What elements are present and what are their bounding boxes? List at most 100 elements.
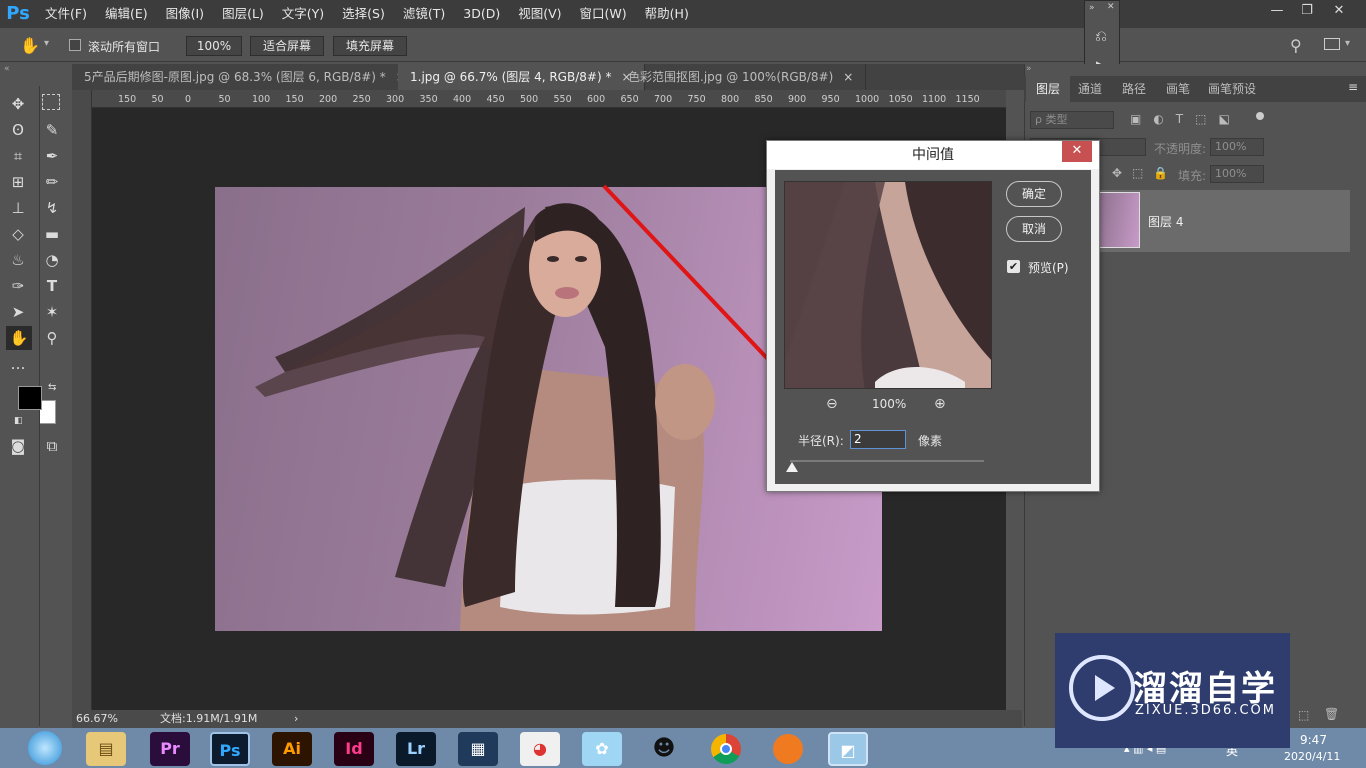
clock-date[interactable]: 2020/4/11 [1284, 750, 1340, 763]
chrome-icon[interactable] [706, 732, 746, 766]
menu-item-4[interactable]: 文字(Y) [273, 0, 333, 28]
clock-time[interactable]: 9:47 [1300, 733, 1327, 747]
app-umbrella-icon[interactable]: ◕ [520, 732, 560, 766]
preview-checkbox[interactable]: ✔ [1007, 260, 1020, 273]
more-tools-icon[interactable]: … [8, 354, 28, 374]
history-icon[interactable]: ⎌ [1095, 27, 1107, 45]
search-icon[interactable]: ⚲ [1290, 36, 1302, 55]
filter-toggle-icon[interactable] [1256, 112, 1264, 120]
notepad-icon[interactable]: ◩ [828, 732, 868, 766]
path-select-tool-icon[interactable]: ➤ [8, 302, 28, 322]
layer-filter-select[interactable]: ρ 类型 [1030, 111, 1114, 129]
blur-tool-icon[interactable]: ♨ [8, 250, 28, 270]
pen-tool-icon[interactable]: ✑ [8, 276, 28, 296]
lasso-tool-icon[interactable]: ʘ [8, 120, 28, 140]
fill-field[interactable]: 100% [1210, 165, 1264, 183]
fill-screen-button[interactable]: 填充屏幕 [333, 36, 407, 56]
panel-close-icon[interactable]: ✕ [1107, 2, 1115, 12]
quick-select-tool-icon[interactable]: ✎ [42, 120, 62, 140]
layer-thumbnail[interactable] [1096, 192, 1140, 248]
tab-document-3[interactable]: 色彩范围抠图.jpg @ 100%(RGB/8#) × [616, 64, 867, 90]
panel-collapse-icon[interactable]: » [1026, 64, 1032, 74]
radius-input[interactable]: 2 [850, 430, 906, 449]
qq-icon[interactable]: ☻ [644, 732, 684, 766]
photoshop-taskbar-icon[interactable]: Ps [210, 732, 250, 766]
quick-mask-icon[interactable]: ◙ [8, 436, 28, 456]
opacity-field[interactable]: 100% [1210, 138, 1264, 156]
illustrator-icon[interactable]: Ai [272, 732, 312, 766]
menu-item-10[interactable]: 帮助(H) [636, 0, 698, 28]
radius-slider-handle[interactable] [786, 462, 798, 472]
delete-layer-icon[interactable]: 🗑 [1324, 707, 1339, 721]
hand-tool-icon[interactable]: ✋ [20, 36, 40, 55]
tab-paths[interactable]: 路径 [1112, 76, 1156, 102]
app-orange-icon[interactable] [768, 732, 808, 766]
zoom-in-icon[interactable]: ⊕ [934, 396, 946, 412]
zoom-tool-icon[interactable]: ⚲ [42, 328, 62, 348]
workspace-icon[interactable] [1324, 38, 1340, 50]
type-tool-icon[interactable]: T [42, 276, 62, 296]
gradient-tool-icon[interactable]: ▬ [42, 224, 62, 244]
premiere-icon[interactable]: Pr [150, 732, 190, 766]
toolbar-collapse-icon[interactable]: « [4, 64, 10, 74]
marquee-tool-icon[interactable] [42, 94, 60, 110]
chevron-down-icon[interactable]: ▾ [44, 38, 49, 49]
history-brush-tool-icon[interactable]: ↯ [42, 198, 62, 218]
dialog-close-button[interactable]: ✕ [1062, 141, 1092, 162]
fit-screen-button[interactable]: 适合屏幕 [250, 36, 324, 56]
filter-preview[interactable] [784, 181, 992, 389]
app-bird-icon[interactable]: ✿ [582, 732, 622, 766]
video-editor-icon[interactable]: ▦ [458, 732, 498, 766]
cancel-button[interactable]: 取消 [1006, 216, 1062, 242]
scroll-all-checkbox[interactable] [69, 39, 81, 51]
menu-item-9[interactable]: 窗口(W) [571, 0, 636, 28]
menu-item-2[interactable]: 图像(I) [157, 0, 213, 28]
start-button-icon[interactable] [28, 731, 62, 765]
menu-item-7[interactable]: 3D(D) [454, 0, 509, 28]
tab-brushes[interactable]: 画笔 [1156, 76, 1200, 102]
healing-tool-icon[interactable]: ⊞ [8, 172, 28, 192]
dodge-tool-icon[interactable]: ◔ [42, 250, 62, 270]
default-colors-icon[interactable]: ◧ [14, 416, 23, 426]
radius-slider-track[interactable] [790, 460, 984, 462]
close-window-button[interactable]: ✕ [1324, 0, 1354, 24]
eyedropper-tool-icon[interactable]: ✒ [42, 146, 62, 166]
file-explorer-icon[interactable]: ▤ [86, 732, 126, 766]
screen-mode-icon[interactable]: ⧉ [42, 436, 62, 456]
zoom-out-icon[interactable]: ⊖ [826, 396, 838, 412]
layer-name[interactable]: 图层 4 [1148, 213, 1183, 230]
swap-colors-icon[interactable]: ⇆ [48, 382, 56, 393]
menu-item-5[interactable]: 选择(S) [333, 0, 394, 28]
tab-brush-presets[interactable]: 画笔预设 [1198, 76, 1266, 102]
minimize-button[interactable]: — [1262, 0, 1292, 24]
tab-channels[interactable]: 通道 [1068, 76, 1112, 102]
new-layer-icon[interactable]: ⬚ [1298, 708, 1309, 722]
indesign-icon[interactable]: Id [334, 732, 374, 766]
restore-button[interactable]: ❐ [1292, 0, 1322, 24]
menu-item-3[interactable]: 图层(L) [213, 0, 273, 28]
status-zoom[interactable]: 66.67% [76, 710, 118, 728]
menu-item-6[interactable]: 滤镜(T) [394, 0, 454, 28]
status-arrow-icon[interactable]: › [294, 710, 298, 728]
shape-tool-icon[interactable]: ✶ [42, 302, 62, 322]
menu-item-0[interactable]: 文件(F) [36, 0, 96, 28]
hand-tool-active-icon[interactable]: ✋ [6, 326, 32, 350]
menu-item-1[interactable]: 编辑(E) [96, 0, 157, 28]
lightroom-icon[interactable]: Lr [396, 732, 436, 766]
ok-button[interactable]: 确定 [1006, 181, 1062, 207]
tab-document-1[interactable]: 5产品后期修图-原图.jpg @ 68.3% (图层 6, RGB/8#) *× [72, 64, 419, 90]
stamp-tool-icon[interactable]: ⊥ [8, 198, 28, 218]
zoom-value-field[interactable]: 100% [186, 36, 242, 56]
brush-tool-icon[interactable]: ✏ [42, 172, 62, 192]
collapse-icon[interactable]: » [1089, 3, 1095, 13]
workspace-chevron-icon[interactable]: ▾ [1345, 38, 1350, 49]
tab-document-2[interactable]: 1.jpg @ 66.7% (图层 4, RGB/8#) * × [398, 64, 645, 90]
crop-tool-icon[interactable]: ⌗ [8, 146, 28, 166]
close-icon[interactable]: × [843, 70, 853, 84]
tab-layers[interactable]: 图层 [1026, 76, 1071, 102]
panel-menu-icon[interactable]: ≡ [1348, 80, 1358, 94]
layer-filter-icons[interactable]: ▣◐T⬚⬕ [1130, 112, 1242, 126]
foreground-color-swatch[interactable] [18, 386, 42, 410]
lock-icons[interactable]: ✥⬚🔒 [1112, 166, 1178, 180]
move-tool-icon[interactable]: ✥ [8, 94, 28, 114]
